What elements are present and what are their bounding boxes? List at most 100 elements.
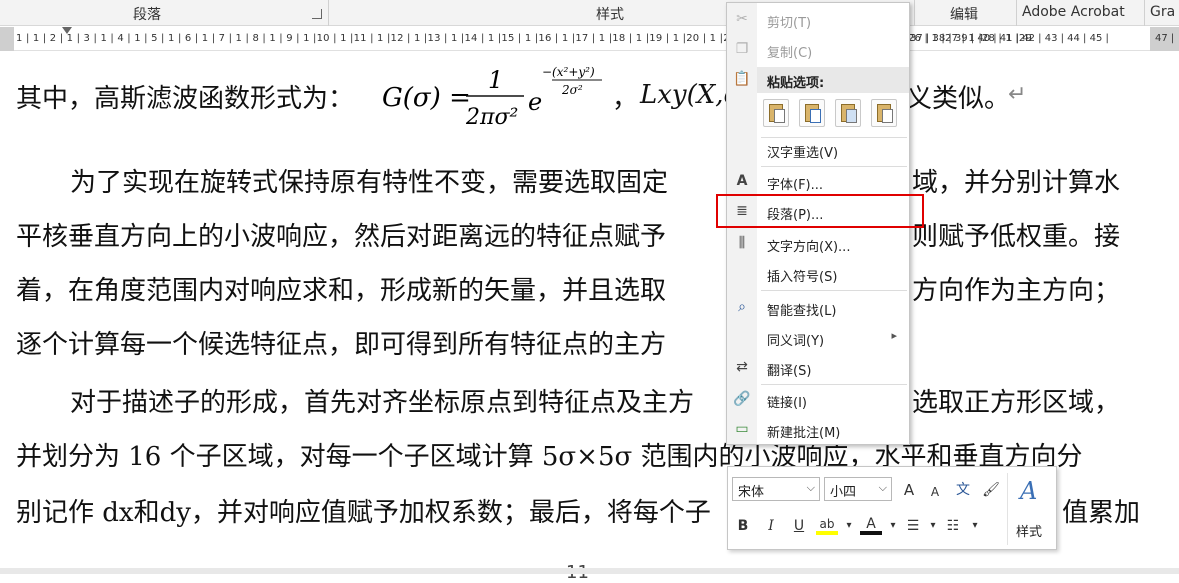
paste-merge-formatting-icon[interactable] [799, 99, 825, 127]
doc-text-line: 逐个计算每一个候选特征点，即可得到所有特征点的主方 [16, 330, 667, 360]
styles-button[interactable]: A 样式 [1007, 473, 1053, 545]
group-grammarly-label: Gra [1150, 4, 1176, 20]
phonetic-guide-button[interactable]: 文 [952, 479, 974, 501]
chevron-down-icon: ⌵ [806, 481, 815, 494]
font-name-combo[interactable]: 宋体 ⌵ [732, 477, 820, 501]
chevron-down-icon[interactable]: ▾ [964, 515, 986, 537]
doc-text-line: 选取正方形区域， [912, 388, 1121, 418]
doc-text-line: 别记作 dx和dy，并对响应值赋予加权系数；最后，将每个子 [16, 498, 711, 528]
font-name-value: 宋体 [738, 485, 765, 500]
styles-label: 样式 [1016, 525, 1043, 540]
numbering-icon[interactable]: ☷ [942, 515, 964, 537]
first-line-indent-marker[interactable] [62, 27, 72, 34]
menu-item-label: 文字方向(X)... [767, 240, 851, 255]
format-painter-icon[interactable]: 🖌 [980, 479, 1002, 501]
grow-font-button[interactable]: A [898, 479, 920, 501]
dialog-launcher-icon[interactable] [312, 9, 322, 19]
svg-text:2πσ²: 2πσ² [465, 105, 518, 130]
gaussian-formula: G(σ) = 1 2πσ² e −(x²+y²) 2σ² [382, 65, 602, 130]
menu-item-synonyms[interactable]: 同义词(Y) ▸ [727, 325, 909, 351]
paste-text-only-icon[interactable] [871, 99, 897, 127]
link-icon: 🔗 [733, 391, 751, 407]
annotation-highlight-box [716, 194, 924, 228]
menu-item-copy[interactable]: ❐ 复制(C) [727, 37, 909, 63]
font-color-button[interactable]: A [860, 513, 882, 535]
doc-text-line: 值累加 [1062, 498, 1141, 528]
chevron-down-icon: ⌵ [878, 481, 887, 494]
doc-text-line: 为了实现在旋转式保持原有特性不变，需要选取固定 [70, 168, 669, 198]
menu-item-label: 链接(I) [767, 396, 807, 411]
copy-icon: ❐ [735, 41, 749, 57]
font-size-value: 小四 [830, 485, 857, 500]
doc-text-line: 对于描述子的形成，首先对齐坐标原点到特征点及主方 [70, 388, 695, 418]
menu-item-new-comment[interactable]: ▭ 新建批注(M) [727, 417, 909, 443]
svg-text:e: e [528, 88, 542, 116]
group-divider [1016, 0, 1017, 26]
group-styles-label: 样式 [596, 7, 624, 23]
menu-item-label: 汉字重选(V) [767, 146, 839, 161]
paste-keep-formatting-icon[interactable] [763, 99, 789, 127]
doc-text-line: 着，在角度范围内对响应求和，形成新的矢量，并且选取 [16, 276, 667, 306]
svg-text:1: 1 [488, 66, 503, 94]
doc-text-line: 域，并分别计算水 [912, 168, 1121, 198]
doc-text-line: 其中，高斯滤波函数形式为： [16, 84, 355, 114]
menu-item-label: 字体(F)... [767, 178, 824, 193]
paste-picture-icon[interactable] [835, 99, 861, 127]
doc-comma: ， [612, 84, 639, 114]
svg-text:2σ²: 2σ² [561, 83, 583, 97]
group-paragraph-label: 段落 [133, 7, 161, 23]
ruler-numbers-far-right: 47 | [1155, 33, 1175, 44]
group-editing-label: 编辑 [950, 7, 978, 23]
doc-text-line: 则赋予低权重。接 [912, 222, 1121, 252]
menu-separator [761, 384, 907, 385]
comment-icon: ▭ [735, 421, 749, 437]
menu-item-cut[interactable]: ✂ 剪切(T) [727, 7, 909, 33]
underline-button[interactable]: U [788, 515, 810, 537]
italic-button[interactable]: I [760, 515, 782, 537]
doc-text-line: 方向作为主方向； [912, 276, 1121, 306]
menu-item-paste-options: 📋 粘贴选项: [727, 67, 909, 93]
smart-lookup-icon: ⌕ [738, 299, 746, 315]
horizontal-ruler[interactable]: 1 | 1 | 2 | 1 | 3 | 1 | 4 | 1 | 5 | 1 | … [0, 27, 1179, 51]
menu-item-font[interactable]: A 字体(F)... [727, 169, 909, 195]
ruler-margin-left [0, 27, 14, 51]
mini-toolbar: 宋体 ⌵ 小四 ⌵ A A 文 🖌 B I U ab ▾ A ▾ ☰ ▾ ☷ ▾… [727, 466, 1057, 550]
font-size-combo[interactable]: 小四 ⌵ [824, 477, 892, 501]
chevron-down-icon[interactable]: ▾ [838, 515, 860, 537]
menu-item-label: 粘贴选项: [767, 76, 825, 91]
menu-item-label: 同义词(Y) [767, 334, 825, 349]
menu-item-label: 翻译(S) [767, 364, 812, 379]
scissors-icon: ✂ [736, 11, 748, 27]
font-icon: A [736, 173, 748, 189]
ruler-numbers-right: 37 | 38 | 39 | 40 | 41 | 42 | 43 | 44 | … [910, 33, 1109, 44]
menu-separator [761, 290, 907, 291]
menu-item-insert-symbol[interactable]: 插入符号(S) [727, 261, 909, 287]
doc-text-line: 平核垂直方向上的小波响应，然后对距离远的特征点赋予 [16, 222, 667, 252]
menu-item-translate[interactable]: ⇄ 翻译(S) [727, 355, 909, 381]
svg-text:G(σ) =: G(σ) = [382, 83, 471, 113]
menu-item-label: 智能查找(L) [767, 304, 837, 319]
paragraph-mark-icon: ↵ [1008, 82, 1027, 107]
menu-item-smart-lookup[interactable]: ⌕ 智能查找(L) [727, 295, 909, 321]
group-divider [1144, 0, 1145, 26]
menu-item-label: 新建批注(M) [767, 426, 841, 441]
bold-button[interactable]: B [732, 515, 754, 537]
group-acrobat-label: Adobe Acrobat [1022, 4, 1125, 20]
chevron-down-icon[interactable]: ▾ [882, 515, 904, 537]
styles-icon: A [1020, 477, 1038, 505]
group-divider [328, 0, 329, 26]
clipboard-icon: 📋 [733, 71, 751, 87]
highlight-button[interactable]: ab [816, 513, 838, 535]
chevron-down-icon[interactable]: ▾ [922, 515, 944, 537]
menu-item-text-direction[interactable]: ⫼ 文字方向(X)... [727, 231, 909, 257]
menu-item-reconvert[interactable]: 汉字重选(V) [727, 137, 909, 163]
menu-item-link[interactable]: 🔗 链接(I) [727, 387, 909, 413]
menu-item-label: 剪切(T) [767, 16, 812, 31]
menu-separator [761, 166, 907, 167]
bullets-icon[interactable]: ☰ [902, 515, 924, 537]
page-gap [0, 568, 1179, 574]
paste-options-row [763, 99, 907, 129]
submenu-arrow-icon: ▸ [891, 329, 897, 342]
text-direction-icon: ⫼ [738, 235, 746, 251]
shrink-font-button[interactable]: A [924, 481, 946, 503]
